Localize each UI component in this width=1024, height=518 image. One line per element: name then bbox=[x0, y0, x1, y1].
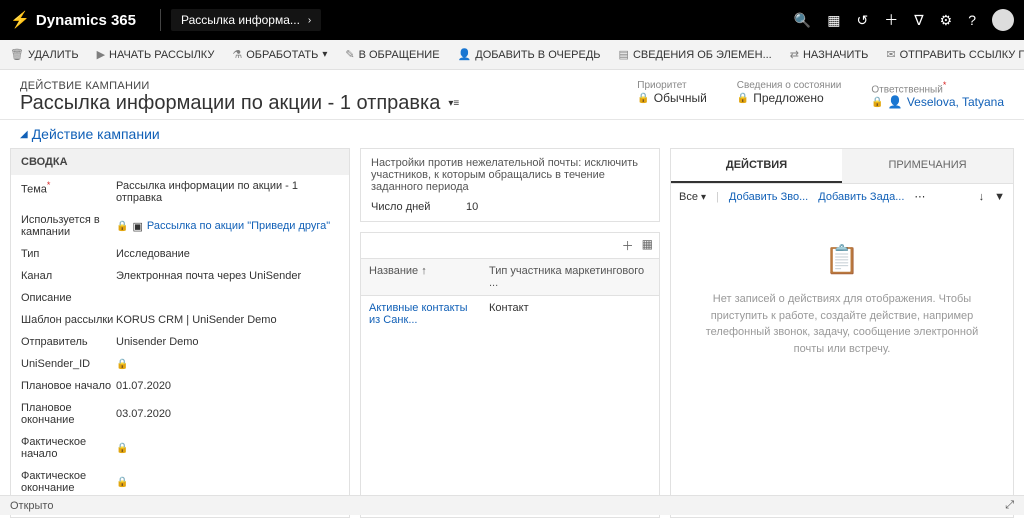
sort-icon[interactable]: ↓ bbox=[979, 191, 985, 203]
assign-icon: ⇄ bbox=[790, 48, 799, 61]
clipboard-icon: 📋 bbox=[691, 239, 993, 281]
activities-empty: 📋 Нет записей о действиях для отображени… bbox=[671, 209, 1013, 387]
breadcrumb-text: Рассылка информа... bbox=[181, 13, 300, 27]
lock-icon: 🔒 bbox=[116, 443, 128, 454]
recent-icon[interactable]: ↺ bbox=[857, 12, 869, 29]
status-field: Сведения о состоянии 🔒Предложено bbox=[737, 80, 842, 115]
summary-header: СВОДКА bbox=[11, 149, 349, 175]
marketing-lists-grid: ＋ ▦ Название ↑ Тип участника маркетингов… bbox=[360, 232, 660, 518]
case-icon: ✎ bbox=[345, 48, 354, 61]
lock-icon: 🔒 bbox=[637, 93, 649, 104]
link-icon: ✉ bbox=[886, 48, 895, 61]
delete-icon: 🗑 bbox=[10, 48, 24, 61]
grid-col-name[interactable]: Название ↑ bbox=[361, 259, 481, 295]
tab-notes[interactable]: ПРИМЕЧАНИЯ bbox=[842, 149, 1013, 183]
details-button[interactable]: ▤СВЕДЕНИЯ ОБ ЭЛЕМЕН... bbox=[615, 46, 776, 63]
to-case-button[interactable]: ✎В ОБРАЩЕНИЕ bbox=[341, 46, 443, 63]
tab-activities[interactable]: ДЕЙСТВИЯ bbox=[671, 149, 842, 183]
grid-col-type[interactable]: Тип участника маркетингового ... bbox=[481, 259, 659, 295]
section-header[interactable]: ◢ Действие кампании bbox=[0, 120, 1024, 148]
details-icon: ▤ bbox=[619, 48, 629, 61]
process-icon: ⚗ bbox=[232, 48, 242, 61]
desc-field[interactable] bbox=[116, 292, 339, 304]
add-task-button[interactable]: Добавить Зада... bbox=[818, 191, 904, 203]
breadcrumb[interactable]: Рассылка информа... › bbox=[171, 9, 321, 31]
type-field[interactable]: Исследование bbox=[116, 248, 339, 260]
process-button[interactable]: ⚗ОБРАБОТАТЬ▾ bbox=[228, 46, 331, 63]
actual-start-field[interactable]: 🔒 bbox=[116, 436, 339, 460]
avatar[interactable] bbox=[992, 9, 1014, 31]
chevron-down-icon: ▾ bbox=[322, 49, 327, 60]
activities-panel: ДЕЙСТВИЯ ПРИМЕЧАНИЯ Все ▾ | Добавить Зво… bbox=[670, 148, 1014, 518]
template-field[interactable]: KORUS CRM | UniSender Demo bbox=[116, 314, 339, 326]
summary-panel: СВОДКА Тема*Рассылка информации по акции… bbox=[10, 148, 350, 518]
status-value: Открыто bbox=[10, 500, 53, 512]
send-link-button[interactable]: ✉ОТПРАВИТЬ ССЫЛКУ П... bbox=[882, 46, 1024, 63]
sender-field[interactable]: Unisender Demo bbox=[116, 336, 339, 348]
record-title: Рассылка информации по акции - 1 отправк… bbox=[20, 92, 637, 115]
expand-icon[interactable]: ⤢ bbox=[1005, 499, 1014, 512]
lock-icon: 🔒 bbox=[116, 221, 128, 232]
lock-icon: 🔒 bbox=[737, 93, 749, 104]
campaign-icon: ▣ bbox=[132, 220, 142, 233]
actual-end-field[interactable]: 🔒 bbox=[116, 470, 339, 494]
bolt-icon: ⚡ bbox=[10, 10, 30, 30]
ellipsis-icon[interactable]: ⋯ bbox=[914, 190, 925, 203]
product-name: Dynamics 365 bbox=[36, 12, 136, 29]
channel-field[interactable]: Электронная почта через UniSender bbox=[116, 270, 339, 282]
add-queue-button[interactable]: 👤ДОБАВИТЬ В ОЧЕРЕДЬ bbox=[454, 46, 605, 63]
calendar-icon[interactable]: ▦ bbox=[827, 12, 840, 29]
lock-icon: 🔒 bbox=[116, 477, 128, 488]
filter-all[interactable]: Все ▾ bbox=[679, 191, 706, 203]
spam-settings: Настройки против нежелательной почты: ис… bbox=[360, 148, 660, 222]
status-bar: Открыто ⤢ bbox=[0, 495, 1024, 515]
help-icon[interactable]: ? bbox=[968, 12, 976, 28]
filter-icon[interactable]: ∇ bbox=[914, 12, 923, 29]
campaign-field[interactable]: 🔒▣Рассылка по акции "Приведи друга" bbox=[116, 214, 339, 238]
gear-icon[interactable]: ⚙ bbox=[940, 12, 953, 29]
uid-field[interactable]: 🔒 bbox=[116, 358, 339, 370]
grid-view-icon[interactable]: ▦ bbox=[642, 237, 653, 254]
subject-field[interactable]: Рассылка информации по акции - 1 отправк… bbox=[116, 180, 339, 204]
user-icon: 👤 bbox=[888, 95, 903, 109]
add-icon[interactable]: ＋ bbox=[884, 10, 898, 30]
record-header: ДЕЙСТВИЕ КАМПАНИИ Рассылка информации по… bbox=[0, 70, 1024, 120]
entity-label: ДЕЙСТВИЕ КАМПАНИИ bbox=[20, 80, 637, 92]
assign-button[interactable]: ⇄НАЗНАЧИТЬ bbox=[786, 46, 873, 63]
title-dropdown-icon[interactable]: ▾≡ bbox=[448, 98, 459, 109]
chevron-right-icon: › bbox=[308, 15, 311, 26]
filter-icon[interactable]: ▼ bbox=[994, 191, 1005, 203]
add-record-icon[interactable]: ＋ bbox=[622, 237, 634, 254]
queue-icon: 👤 bbox=[458, 48, 472, 61]
product-logo[interactable]: ⚡ Dynamics 365 bbox=[10, 10, 136, 30]
add-call-button[interactable]: Добавить Зво... bbox=[729, 191, 808, 203]
owner-link[interactable]: Veselova, Tatyana bbox=[907, 95, 1004, 109]
grid-row[interactable]: Активные контакты из Санк... Контакт bbox=[361, 296, 659, 332]
play-icon: ▶ bbox=[97, 48, 105, 61]
planned-end-field[interactable]: 03.07.2020 bbox=[116, 402, 339, 426]
lock-icon: 🔒 bbox=[116, 359, 128, 370]
top-bar: ⚡ Dynamics 365 Рассылка информа... › 🔍 ▦… bbox=[0, 0, 1024, 40]
planned-start-field[interactable]: 01.07.2020 bbox=[116, 380, 339, 392]
priority-field: Приоритет 🔒Обычный bbox=[637, 80, 707, 115]
search-icon[interactable]: 🔍 bbox=[794, 12, 811, 29]
command-bar: 🗑УДАЛИТЬ ▶НАЧАТЬ РАССЫЛКУ ⚗ОБРАБОТАТЬ▾ ✎… bbox=[0, 40, 1024, 70]
days-field[interactable]: 10 bbox=[466, 201, 649, 213]
owner-field: Ответственный* 🔒👤Veselova, Tatyana bbox=[871, 80, 1004, 115]
lock-icon: 🔒 bbox=[871, 97, 883, 108]
start-mailing-button[interactable]: ▶НАЧАТЬ РАССЫЛКУ bbox=[93, 46, 219, 63]
delete-button[interactable]: 🗑УДАЛИТЬ bbox=[6, 46, 83, 63]
divider bbox=[160, 9, 161, 31]
top-icons: 🔍 ▦ ↺ ＋ ∇ ⚙ ? bbox=[794, 9, 1014, 31]
caret-icon: ◢ bbox=[20, 129, 28, 140]
